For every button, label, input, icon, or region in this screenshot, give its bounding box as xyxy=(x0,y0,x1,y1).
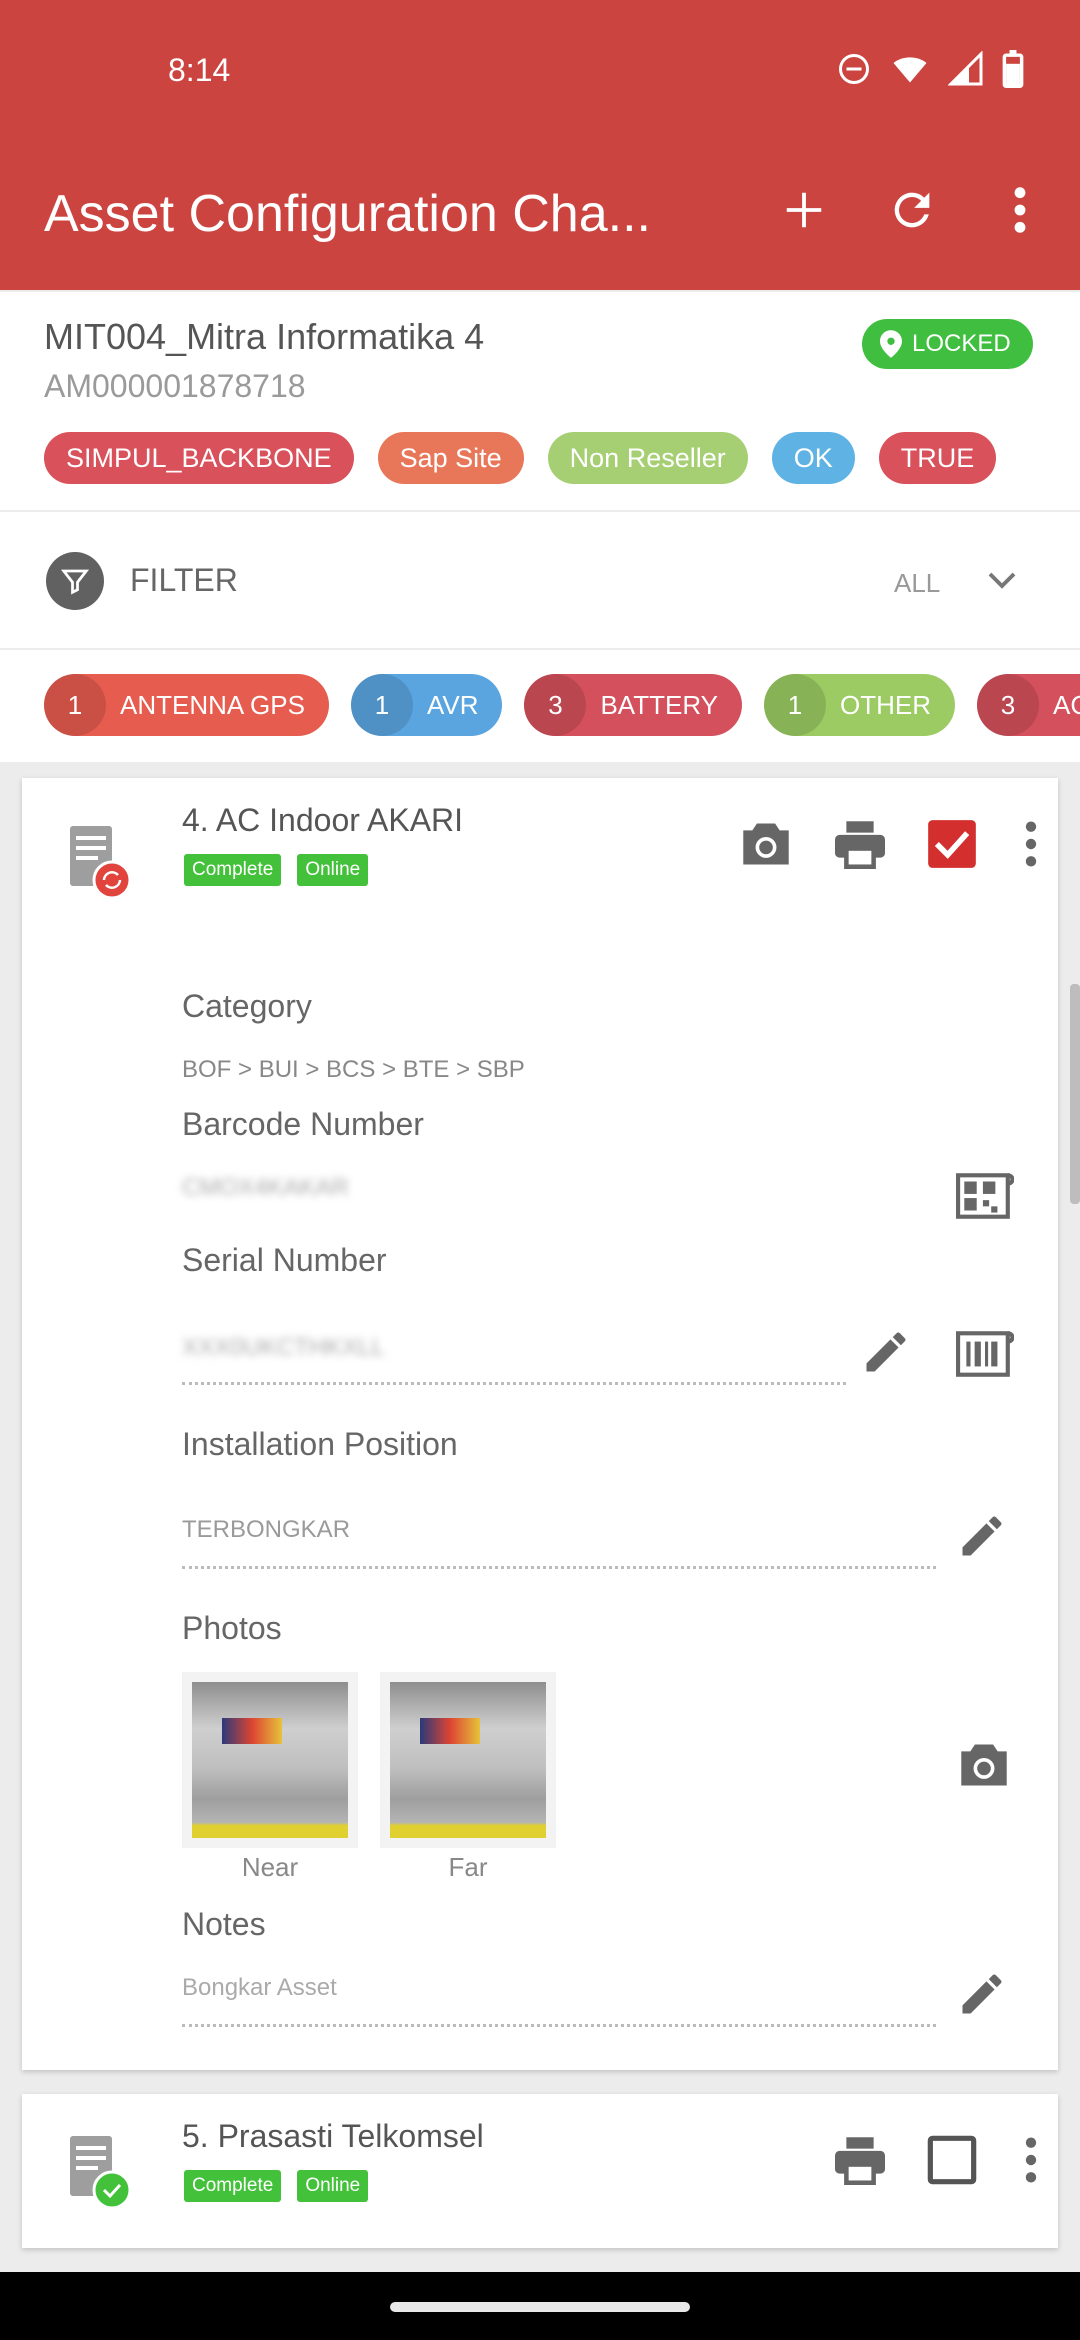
installation-position-value: TERBONGKAR xyxy=(182,1516,351,1543)
filter-label: FILTER xyxy=(130,562,238,598)
chip-label: ANTENNA GPS xyxy=(120,689,305,720)
checkbox-checked-icon[interactable] xyxy=(926,818,978,870)
chip-other[interactable]: 1 OTHER xyxy=(763,674,955,736)
notes-label: Notes xyxy=(182,1906,266,1942)
chip-count: 3 xyxy=(976,674,1039,736)
status-time: 8:14 xyxy=(168,52,231,88)
chip-avr[interactable]: 1 AVR xyxy=(350,674,503,736)
home-gesture-handle[interactable] xyxy=(390,2302,690,2312)
site-tags: SIMPUL_BACKBONE Sap Site Non Reseller OK… xyxy=(44,432,997,484)
photo-near-thumbnail[interactable] xyxy=(182,1672,358,1848)
wifi-icon xyxy=(893,57,927,83)
more-vert-icon[interactable] xyxy=(1016,2134,1046,2186)
status-badge-online: Online xyxy=(297,2170,369,2202)
chip-label: BATTERY xyxy=(600,689,718,720)
do-not-disturb-icon xyxy=(839,54,869,84)
edit-installation-icon[interactable] xyxy=(956,1510,1008,1562)
category-chips: 1 ANTENNA GPS 1 AVR 3 BATTERY 1 OTHER 3 … xyxy=(0,650,1080,762)
installation-position-label: Installation Position xyxy=(182,1426,458,1462)
refresh-icon xyxy=(894,192,930,228)
status-badge-complete: Complete xyxy=(184,2170,282,2202)
system-navigation-bar xyxy=(0,2272,1080,2340)
site-info-panel: MIT004_Mitra Informatika 4 AM00000187871… xyxy=(0,292,1080,510)
status-badge-complete: Complete xyxy=(184,854,282,886)
tag-simpul-backbone: SIMPUL_BACKBONE xyxy=(44,432,354,484)
chip-label: AVR xyxy=(426,689,479,720)
tag-ok: OK xyxy=(771,432,855,484)
locked-label: LOCKED xyxy=(912,330,1011,357)
chip-count: 1 xyxy=(350,674,413,736)
print-icon[interactable] xyxy=(832,2135,888,2185)
asset-title: 5. Prasasti Telkomsel xyxy=(182,2118,484,2154)
battery-icon xyxy=(1002,50,1024,88)
chip-battery[interactable]: 3 BATTERY xyxy=(524,674,742,736)
add-photo-camera-icon[interactable] xyxy=(956,1740,1012,1790)
filter-bar[interactable]: FILTER ALL xyxy=(0,512,1080,648)
notes-value: Bongkar Asset xyxy=(182,1974,337,2001)
asset-sync-icon xyxy=(70,826,132,900)
chip-ac-indoor[interactable]: 3 AC IN xyxy=(976,674,1080,736)
chip-count: 3 xyxy=(524,674,587,736)
status-icons xyxy=(836,50,1024,88)
photo-far-caption: Far xyxy=(448,1852,488,1882)
asset-complete-icon xyxy=(70,2136,132,2210)
location-pin-icon xyxy=(880,330,902,358)
asset-card-ac-indoor: 4. AC Indoor AKARI Complete Online Categ… xyxy=(22,778,1058,2070)
locked-badge: LOCKED xyxy=(862,319,1033,369)
status-badge-online: Online xyxy=(297,854,369,886)
chip-antenna-gps[interactable]: 1 ANTENNA GPS xyxy=(44,674,329,736)
chip-label: OTHER xyxy=(839,689,931,720)
camera-icon[interactable] xyxy=(738,819,794,869)
asset-card-header[interactable]: 4. AC Indoor AKARI Complete Online xyxy=(22,778,1058,928)
serial-underline xyxy=(182,1382,846,1385)
page-title: Asset Configuration Cha... xyxy=(44,185,651,243)
chip-count: 1 xyxy=(763,674,826,736)
qr-scan-icon[interactable] xyxy=(956,1170,1014,1222)
chip-count: 1 xyxy=(44,674,106,736)
asset-title: 4. AC Indoor AKARI xyxy=(182,802,464,838)
asset-card-prasasti[interactable]: 5. Prasasti Telkomsel Complete Online xyxy=(22,2094,1058,2248)
more-vert-icon[interactable] xyxy=(1016,818,1046,870)
more-vert-icon xyxy=(1014,187,1026,233)
site-code: AM000001878718 xyxy=(44,368,306,404)
signal-icon xyxy=(948,51,983,86)
checkbox-unchecked-icon[interactable] xyxy=(926,2134,978,2186)
overflow-menu-button[interactable] xyxy=(988,178,1052,242)
category-value: BOF > BUI > BCS > BTE > SBP xyxy=(182,1056,525,1083)
barcode-label: Barcode Number xyxy=(182,1106,424,1142)
edit-notes-icon[interactable] xyxy=(956,1968,1008,2020)
site-name: MIT004_Mitra Informatika 4 xyxy=(44,316,485,357)
chevron-down-icon[interactable] xyxy=(984,562,1020,603)
plus-icon xyxy=(786,192,822,228)
serial-value: XXX0UKCTHKXLL xyxy=(182,1334,385,1361)
installation-underline xyxy=(182,1566,936,1569)
scrollbar-thumb[interactable] xyxy=(1070,984,1080,1204)
barcode-scan-icon[interactable] xyxy=(956,1328,1014,1380)
barcode-value: CMOX4KAKAR xyxy=(182,1174,349,1201)
add-button[interactable] xyxy=(772,178,836,242)
tag-sap-site: Sap Site xyxy=(377,432,524,484)
tag-true: TRUE xyxy=(878,432,997,484)
print-icon[interactable] xyxy=(832,819,888,869)
photos-label: Photos xyxy=(182,1610,282,1646)
category-label: Category xyxy=(182,988,312,1024)
serial-label: Serial Number xyxy=(182,1242,387,1278)
filter-icon xyxy=(46,552,104,610)
notes-underline xyxy=(182,2024,936,2027)
tag-non-reseller: Non Reseller xyxy=(547,432,748,484)
photo-near-caption: Near xyxy=(241,1852,299,1882)
chip-label: AC IN xyxy=(1052,689,1080,720)
filter-value: ALL xyxy=(894,568,941,598)
refresh-button[interactable] xyxy=(880,178,944,242)
edit-serial-icon[interactable] xyxy=(860,1326,912,1378)
photo-far-thumbnail[interactable] xyxy=(380,1672,556,1848)
app-bar: 8:14 Asset Configuration Cha... xyxy=(0,0,1080,290)
